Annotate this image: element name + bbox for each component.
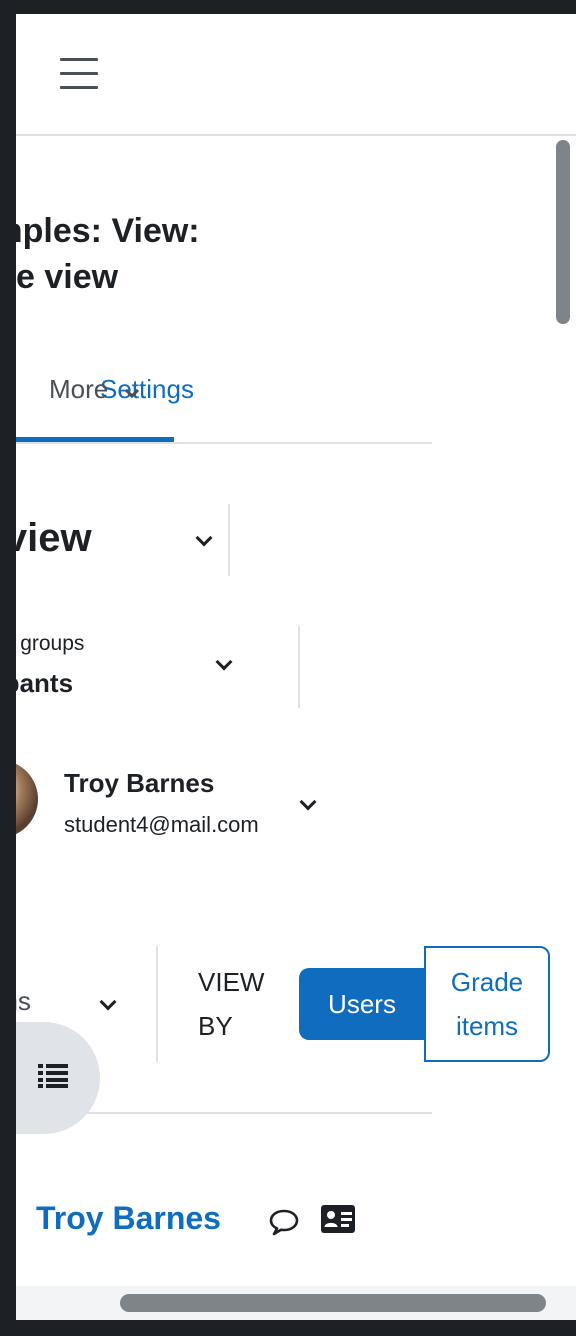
main-content: ty examples: View: e view se Settings Mo… [16, 136, 552, 1286]
page-title-line2: e view [16, 258, 119, 296]
view-by-label: VIEW BY [198, 967, 265, 1041]
user-card-icon[interactable] [320, 1204, 356, 1234]
group-selector-dropdown[interactable]: visible groups rticipants [16, 626, 300, 708]
chevron-down-icon [215, 653, 233, 671]
user-selector-dropdown[interactable]: Troy Barnes student4@mail.com [16, 756, 376, 848]
report-selector-label: gle view [16, 516, 92, 560]
report-selector-dropdown[interactable]: gle view [16, 504, 230, 576]
chevron-down-icon [299, 793, 317, 811]
tab-settings[interactable]: Settings [100, 374, 194, 405]
secondary-navigation: se Settings More [16, 346, 432, 444]
hamburger-menu-icon[interactable] [60, 58, 98, 90]
view-by-grade-items-button[interactable]: Grade items [424, 946, 550, 1062]
horizontal-scrollbar[interactable] [120, 1294, 546, 1312]
page-title-line1: ty examples: View: [16, 212, 200, 250]
chevron-down-icon [99, 993, 117, 1011]
top-navbar [16, 14, 576, 136]
list-icon [38, 1064, 68, 1088]
user-selector-name: Troy Barnes [64, 768, 215, 798]
avatar [16, 760, 38, 838]
vertical-scrollbar[interactable] [556, 140, 570, 324]
chevron-down-icon [195, 529, 213, 547]
tab-more-label: More [49, 374, 109, 404]
view-by-users-button[interactable]: Users [299, 968, 425, 1040]
user-name-link[interactable]: Troy Barnes [36, 1200, 221, 1237]
user-selector-email: student4@mail.com [64, 812, 259, 837]
group-selector-caption: visible groups [16, 632, 85, 655]
app-window: ty examples: View: e view se Settings Mo… [16, 14, 576, 1320]
comment-icon[interactable] [268, 1208, 300, 1236]
page-title: ty examples: View: e view [16, 208, 416, 300]
group-selector-value: rticipants [16, 668, 74, 698]
actions-label: tions [16, 986, 31, 1016]
